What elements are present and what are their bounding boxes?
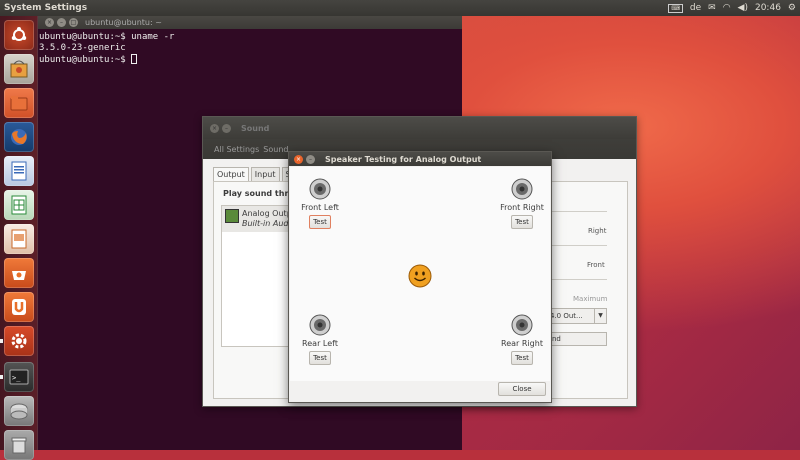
close-icon[interactable]: × xyxy=(45,18,54,27)
sound-window-title: Sound xyxy=(241,123,270,133)
tab-input[interactable]: Input xyxy=(250,167,280,181)
sound-titlebar[interactable]: × – Sound xyxy=(203,117,636,139)
play-sound-through-label: Play sound thro xyxy=(223,189,294,198)
terminal-title: ubuntu@ubuntu: ~ xyxy=(85,18,162,27)
speaker-dialog-title: Speaker Testing for Analog Output xyxy=(325,154,482,164)
terminal-line: ubuntu@ubuntu:~$ uname -r xyxy=(39,32,175,42)
ubuntu-software-icon[interactable] xyxy=(4,258,34,288)
ubuntu-one-icon[interactable] xyxy=(4,292,34,322)
test-front-left-button[interactable]: Test xyxy=(309,215,331,229)
trash-icon[interactable] xyxy=(4,430,34,460)
profile-select[interactable]: 4.0 Out... ▼ xyxy=(547,308,607,324)
minimize-icon[interactable]: – xyxy=(306,154,315,164)
terminal-output[interactable]: ubuntu@ubuntu:~$ uname -r 3.5.0-23-gener… xyxy=(38,29,462,69)
close-button[interactable]: Close xyxy=(498,382,546,396)
device-description: Built-in Audi xyxy=(242,219,291,228)
chevron-down-icon: ▼ xyxy=(594,309,606,323)
libreoffice-calc-icon[interactable] xyxy=(4,190,34,220)
speaker-testing-dialog[interactable]: × – Speaker Testing for Analog Output Fr… xyxy=(288,151,552,403)
balance-right-label: Right xyxy=(588,227,607,235)
profile-select-value: 4.0 Out... xyxy=(550,312,583,320)
close-icon[interactable]: × xyxy=(210,123,219,133)
test-front-right-button[interactable]: Test xyxy=(511,215,533,229)
mail-icon[interactable]: ✉ xyxy=(708,3,716,13)
speaker-layout-area: Front Left Test Front Right Test Rear Le… xyxy=(290,167,550,381)
all-settings-button[interactable]: All Settings xyxy=(214,145,259,154)
speaker-label: Front Right xyxy=(500,203,544,212)
device-name: Analog Outp xyxy=(242,209,292,218)
listener-face-icon xyxy=(408,264,432,288)
software-center-icon[interactable] xyxy=(4,54,34,84)
terminal-icon[interactable]: >_ xyxy=(4,362,34,392)
volume-maximum-label: Maximum xyxy=(573,295,608,303)
app-title: System Settings xyxy=(4,3,88,13)
test-sound-button[interactable]: nd xyxy=(547,332,607,346)
separator xyxy=(549,211,607,212)
terminal-line: ubuntu@ubuntu:~$ xyxy=(39,55,132,65)
keyboard-layout[interactable]: de xyxy=(690,3,701,13)
speaker-icon xyxy=(309,314,331,336)
system-settings-icon[interactable] xyxy=(4,326,34,356)
close-icon[interactable]: × xyxy=(294,154,303,164)
keyboard-icon[interactable]: ⌨ xyxy=(668,3,683,13)
test-rear-right-button[interactable]: Test xyxy=(511,351,533,365)
separator xyxy=(549,279,607,280)
disks-icon[interactable] xyxy=(4,396,34,426)
speaker-front-right: Front Right Test xyxy=(492,177,552,229)
speaker-label: Rear Right xyxy=(501,339,543,348)
speaker-label: Front Left xyxy=(301,203,339,212)
test-rear-left-button[interactable]: Test xyxy=(309,351,331,365)
minimize-icon[interactable]: – xyxy=(57,18,66,27)
svg-text:>_: >_ xyxy=(12,374,21,382)
running-app-indicator xyxy=(0,375,3,379)
terminal-line: 3.5.0-23-generic xyxy=(39,43,126,53)
active-app-indicator xyxy=(0,339,3,343)
terminal-cursor xyxy=(131,54,138,64)
libreoffice-impress-icon[interactable] xyxy=(4,224,34,254)
speaker-icon xyxy=(511,314,533,336)
fade-front-label: Front xyxy=(587,261,605,269)
speaker-icon xyxy=(511,178,533,200)
launcher: >_ xyxy=(0,16,38,460)
sound-card-icon xyxy=(225,209,239,223)
maximize-icon[interactable]: □ xyxy=(69,18,78,27)
volume-icon[interactable]: ◀) xyxy=(738,3,748,13)
speaker-rear-left: Rear Left Test xyxy=(290,313,350,365)
separator xyxy=(549,245,607,246)
speaker-dialog-titlebar[interactable]: × – Speaker Testing for Analog Output xyxy=(289,152,551,166)
speaker-rear-right: Rear Right Test xyxy=(492,313,552,365)
speaker-icon xyxy=(309,178,331,200)
gear-icon[interactable]: ⚙ xyxy=(788,3,796,13)
ubuntu-dash-icon[interactable] xyxy=(4,20,34,50)
list-item[interactable]: Analog Outp Built-in Audi xyxy=(222,206,298,232)
minimize-icon[interactable]: – xyxy=(222,123,231,133)
libreoffice-writer-icon[interactable] xyxy=(4,156,34,186)
speaker-front-left: Front Left Test xyxy=(290,177,350,229)
breadcrumb-sound[interactable]: Sound xyxy=(263,145,288,154)
files-icon[interactable] xyxy=(4,88,34,118)
network-wifi-icon[interactable]: ◠ xyxy=(723,3,731,13)
clock[interactable]: 20:46 xyxy=(755,3,781,13)
tab-output[interactable]: Output xyxy=(213,167,249,181)
firefox-icon[interactable] xyxy=(4,122,34,152)
terminal-titlebar[interactable]: × – □ ubuntu@ubuntu: ~ xyxy=(38,16,462,29)
top-panel: System Settings ⌨ de ✉ ◠ ◀) 20:46 ⚙ xyxy=(0,0,800,16)
speaker-label: Rear Left xyxy=(302,339,338,348)
